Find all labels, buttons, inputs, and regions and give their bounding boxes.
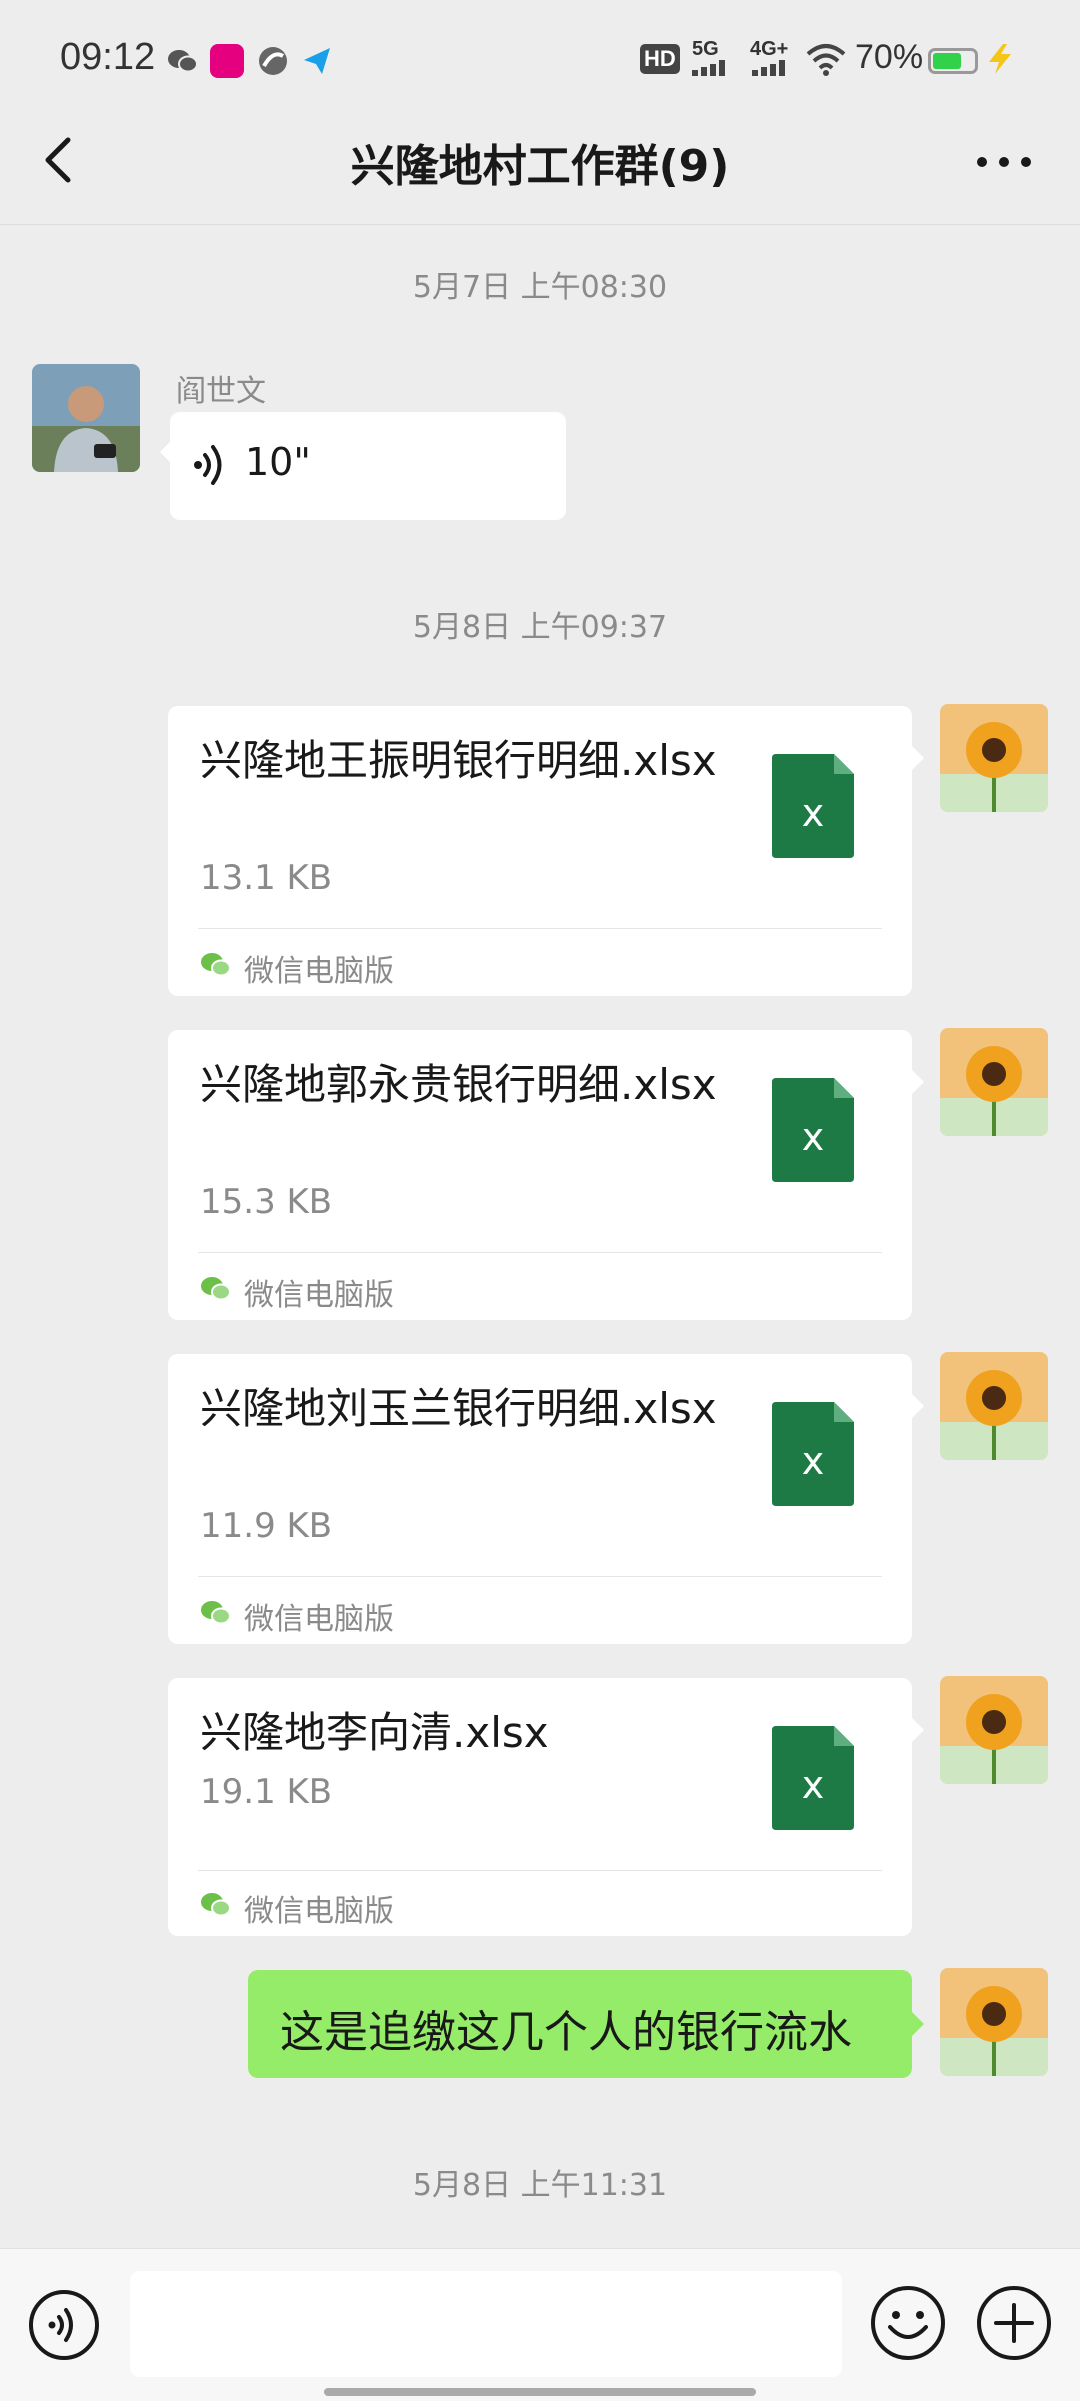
- file-source-label: 微信电脑版: [244, 1278, 394, 1313]
- shopping-app-icon: [210, 44, 244, 78]
- svg-text:x: x: [802, 1763, 825, 1807]
- voice-duration: 10": [245, 440, 311, 484]
- file-size: 13.1 KB: [200, 858, 333, 898]
- message-timestamp: 5月8日 上午11:31: [412, 2168, 668, 2203]
- excel-file-icon: x: [772, 1726, 854, 1830]
- text-message: 这是追缴这几个人的银行流水: [280, 2007, 852, 2058]
- file-card-tail: [912, 746, 924, 770]
- card-divider: [198, 1252, 882, 1253]
- file-message-card[interactable]: 兴隆地王振明银行明细.xlsx 13.1 KB x 微信电脑版: [168, 706, 912, 996]
- wechat-icon: [168, 50, 198, 73]
- signal-4g-icon: [752, 60, 785, 76]
- file-source-label: 微信电脑版: [244, 954, 394, 989]
- more-dots-icon[interactable]: [972, 150, 1036, 174]
- svg-text:x: x: [802, 1439, 825, 1483]
- file-message-card[interactable]: 兴隆地李向清.xlsx 19.1 KB x 微信电脑版: [168, 1678, 912, 1936]
- file-message-card[interactable]: 兴隆地郭永贵银行明细.xlsx 15.3 KB x 微信电脑版: [168, 1030, 912, 1320]
- voice-wave-icon: [194, 445, 222, 485]
- text-bubble-tail: [912, 2012, 924, 2036]
- excel-file-icon: x: [772, 1402, 854, 1506]
- charging-icon: [989, 44, 1011, 74]
- page-title: 兴隆地村工作群(9): [350, 141, 730, 192]
- message-input[interactable]: [130, 2271, 842, 2377]
- input-bar: [0, 2248, 1080, 2401]
- status-time: 09:12: [60, 36, 156, 78]
- file-card-tail: [912, 1718, 924, 1742]
- file-source-label: 微信电脑版: [244, 1894, 394, 1929]
- file-size: 11.9 KB: [200, 1506, 333, 1546]
- hd-icon: HD: [640, 44, 680, 74]
- browser-app-icon: [259, 47, 287, 75]
- wechat-pc-icon: [201, 953, 231, 977]
- wifi-icon: [806, 44, 846, 76]
- signal-5g-icon: [692, 60, 725, 76]
- signal-5g-label: 5G: [692, 38, 719, 60]
- file-name: 兴隆地刘玉兰银行明细.xlsx: [200, 1384, 717, 1433]
- battery-level: [933, 53, 961, 69]
- voice-input-icon[interactable]: [28, 2289, 100, 2361]
- file-size: 15.3 KB: [200, 1182, 333, 1222]
- file-card-tail: [912, 1070, 924, 1094]
- message-timestamp: 5月7日 上午08:30: [412, 270, 668, 305]
- wechat-pc-icon: [201, 1277, 231, 1301]
- card-divider: [198, 928, 882, 929]
- text-message-bubble[interactable]: 这是追缴这几个人的银行流水: [248, 1970, 912, 2078]
- my-avatar[interactable]: [940, 1352, 1048, 1460]
- wechat-pc-icon: [201, 1601, 231, 1625]
- home-indicator[interactable]: [324, 2388, 756, 2396]
- sender-name: 阎世文: [176, 374, 266, 409]
- voice-message-bubble[interactable]: 10": [170, 412, 566, 520]
- battery-percent: 70%: [855, 38, 924, 76]
- file-size: 19.1 KB: [200, 1772, 333, 1812]
- sender-avatar[interactable]: [32, 364, 140, 472]
- my-avatar[interactable]: [940, 1676, 1048, 1784]
- file-name: 兴隆地李向清.xlsx: [200, 1708, 549, 1757]
- svg-text:x: x: [802, 791, 825, 835]
- my-avatar[interactable]: [940, 1028, 1048, 1136]
- file-name: 兴隆地王振明银行明细.xlsx: [200, 736, 717, 785]
- file-message-card[interactable]: 兴隆地刘玉兰银行明细.xlsx 11.9 KB x 微信电脑版: [168, 1354, 912, 1644]
- battery-icon: [928, 48, 978, 74]
- svg-text:x: x: [802, 1115, 825, 1159]
- file-card-tail: [912, 1394, 924, 1418]
- file-source-label: 微信电脑版: [244, 1602, 394, 1637]
- header-divider: [0, 224, 1080, 225]
- message-timestamp: 5月8日 上午09:37: [412, 610, 668, 645]
- excel-file-icon: x: [772, 1078, 854, 1182]
- my-avatar[interactable]: [940, 704, 1048, 812]
- file-name: 兴隆地郭永贵银行明细.xlsx: [200, 1060, 717, 1109]
- signal-4g-label: 4G+: [750, 38, 789, 60]
- my-avatar[interactable]: [940, 1968, 1048, 2076]
- card-divider: [198, 1576, 882, 1577]
- emoji-icon[interactable]: [870, 2285, 946, 2361]
- wechat-pc-icon: [201, 1893, 231, 1917]
- status-bar: 09:12 HD 5G 4G+ 70%: [0, 0, 1080, 120]
- send-app-icon: [304, 48, 330, 74]
- excel-file-icon: x: [772, 754, 854, 858]
- card-divider: [198, 1870, 882, 1871]
- plus-icon[interactable]: [976, 2285, 1052, 2361]
